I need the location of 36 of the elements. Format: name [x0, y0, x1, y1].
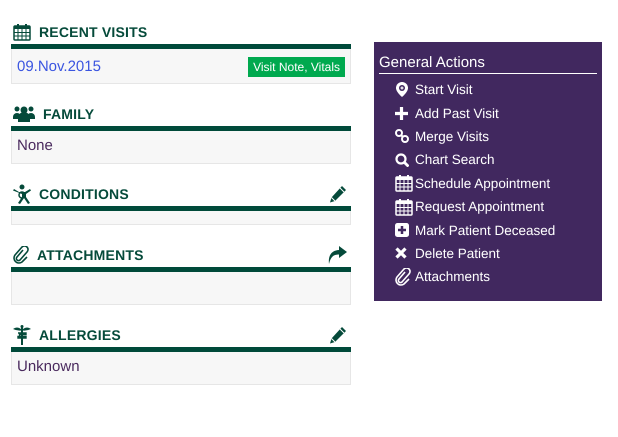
calendar-icon: [395, 174, 413, 192]
visit-date-link[interactable]: 09.Nov.2015: [17, 58, 101, 74]
search-icon: [395, 152, 409, 167]
person-icon: [13, 184, 31, 204]
action-link[interactable]: Request Appointment: [379, 194, 597, 218]
action-link[interactable]: Mark Patient Deceased: [379, 218, 597, 242]
section-title: RECENT VISITS: [39, 24, 148, 40]
action-link[interactable]: Add Past Visit: [379, 101, 597, 125]
paperclip-icon: [395, 268, 411, 286]
action-link[interactable]: Merge Visits: [379, 124, 597, 148]
calendar-icon: [395, 198, 413, 216]
action-link[interactable]: Delete Patient: [379, 242, 597, 266]
calendar-icon: [13, 22, 31, 40]
section-title: CONDITIONS: [39, 186, 130, 202]
plus-square-icon: [395, 223, 409, 238]
action-link[interactable]: Attachments: [379, 265, 597, 289]
action-link[interactable]: Chart Search: [379, 148, 597, 172]
section-text: Unknown: [17, 358, 80, 375]
pencil-icon[interactable]: [329, 184, 347, 202]
section-title: FAMILY: [43, 106, 96, 122]
people-icon: [13, 104, 35, 122]
action-link[interactable]: Schedule Appointment: [379, 172, 597, 195]
section-title: ALLERGIES: [39, 326, 122, 342]
visit-tag: Visit Note, Vitals: [248, 57, 345, 77]
pencil-icon[interactable]: [329, 326, 347, 344]
close-icon: [395, 247, 407, 260]
action-link[interactable]: Start Visit: [379, 78, 597, 102]
section-title: ATTACHMENTS: [37, 246, 145, 262]
share-arrow-icon[interactable]: [327, 246, 347, 264]
section-text: None: [17, 137, 53, 154]
panel-title: General Actions: [379, 54, 597, 74]
paperclip-icon: [13, 246, 29, 264]
pin-icon: [395, 82, 409, 98]
link-icon: [395, 129, 409, 144]
plus-icon: [395, 106, 408, 120]
caduceus-icon: [13, 324, 31, 344]
